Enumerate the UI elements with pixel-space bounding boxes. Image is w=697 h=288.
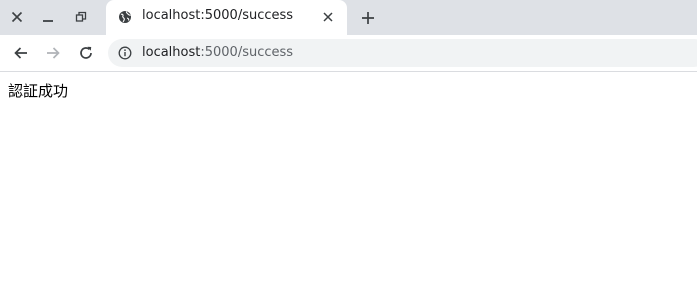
- info-icon[interactable]: [118, 46, 132, 60]
- forward-button[interactable]: [39, 39, 67, 67]
- arrow-left-icon: [14, 47, 27, 59]
- active-tab[interactable]: localhost:5000/success: [106, 0, 347, 35]
- reload-icon: [80, 46, 92, 59]
- window-minimize-button[interactable]: [33, 0, 63, 33]
- arrow-right-icon: [47, 47, 60, 59]
- new-tab-button[interactable]: [356, 6, 380, 30]
- tab-strip: localhost:5000/success: [0, 0, 697, 35]
- tab-title: localhost:5000/success: [142, 8, 294, 23]
- url-text: localhost:5000/success: [142, 45, 293, 60]
- globe-icon: [119, 11, 131, 23]
- address-bar[interactable]: localhost:5000/success: [108, 39, 697, 67]
- back-button[interactable]: [7, 39, 35, 67]
- plus-icon: [362, 12, 374, 24]
- window-restore-button[interactable]: [66, 0, 96, 33]
- tab-close-button[interactable]: [319, 8, 337, 26]
- url-path: :5000/success: [200, 45, 294, 60]
- reload-button[interactable]: [72, 39, 100, 67]
- page-content: 認証成功: [8, 80, 68, 101]
- toolbar-divider: [0, 71, 697, 72]
- success-message: 認証成功: [8, 82, 69, 100]
- close-icon: [11, 11, 23, 22]
- restore-icon: [75, 11, 87, 22]
- minimize-icon: [43, 19, 53, 22]
- window-close-button[interactable]: [2, 0, 32, 33]
- url-host: localhost: [142, 45, 201, 60]
- browser-toolbar: localhost:5000/success: [0, 35, 697, 71]
- close-icon: [323, 12, 333, 22]
